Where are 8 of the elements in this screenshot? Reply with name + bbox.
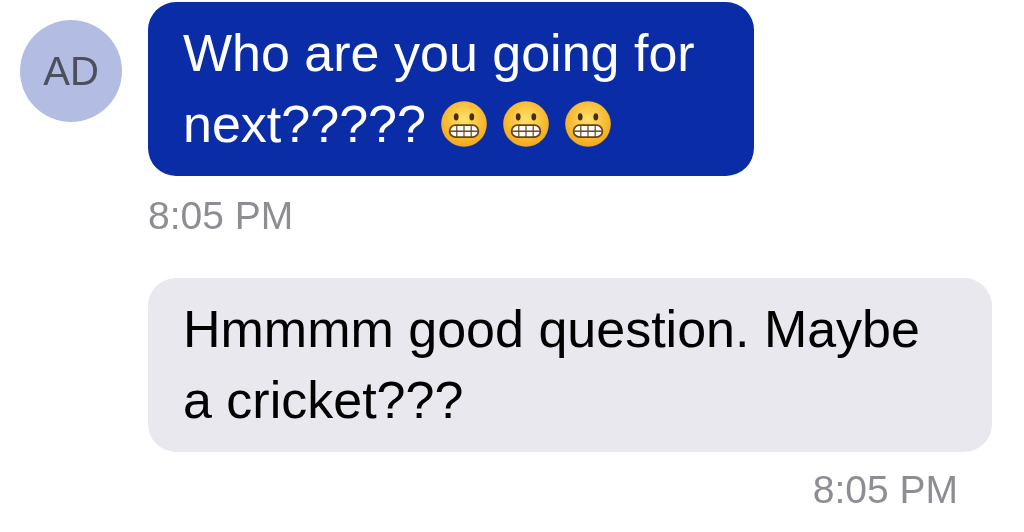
timestamp: 8:05 PM — [148, 194, 295, 238]
grimacing-face-icon — [439, 100, 488, 148]
timestamp: 8:05 PM — [812, 468, 958, 512]
message-bubble: Who are you going for next????? — [148, 2, 754, 176]
message-bubble: Hmmmm good question. Maybe a cricket??? — [148, 278, 992, 452]
grimacing-face-icon — [563, 100, 612, 148]
grimacing-face-icon — [501, 100, 550, 148]
avatar: AD — [20, 20, 122, 122]
